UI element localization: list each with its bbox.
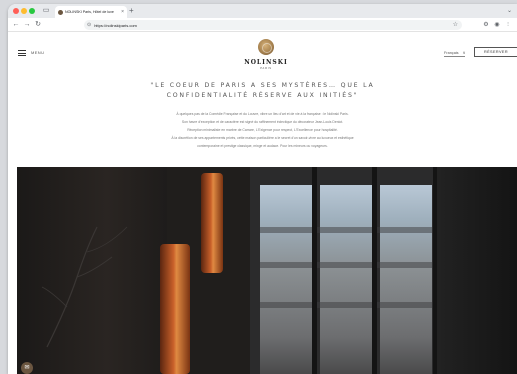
back-arrow-icon[interactable]: ← — [11, 20, 21, 30]
intro-line: À la discrétion de ses appartements priv… — [171, 136, 354, 140]
new-tab-icon[interactable]: + — [129, 6, 134, 16]
url-text[interactable]: https://nolinskiparis.com — [94, 23, 137, 28]
profile-icon[interactable]: ◉ — [492, 20, 502, 30]
logo-name: NOLINSKI — [244, 59, 288, 66]
address-bar[interactable]: ⊙ https://nolinskiparis.com ☆ — [84, 20, 462, 30]
intro-line: Son havre d'exception et de caractère es… — [181, 120, 344, 124]
maximize-window-button[interactable] — [29, 8, 35, 14]
browser-menu-icon[interactable]: ⫶ — [503, 20, 513, 30]
intro-line: Réception minimaliste en marbre de Carra… — [187, 128, 338, 132]
extension-icon[interactable]: ⚙ — [481, 20, 491, 30]
hero-branch-decor — [41, 226, 128, 348]
chat-icon[interactable]: ✉ — [21, 362, 33, 374]
hamburger-menu-icon[interactable] — [18, 50, 26, 56]
reserve-button[interactable]: RÉSERVER — [474, 47, 517, 57]
favicon-icon — [58, 9, 63, 15]
logo-city: PARIS — [260, 67, 272, 70]
close-window-button[interactable] — [13, 8, 19, 14]
hero-window — [250, 167, 440, 374]
tab-list-chevron-icon[interactable]: ⌄ — [507, 6, 512, 16]
reload-icon[interactable]: ↻ — [33, 20, 43, 30]
browser-tab-active[interactable]: NOLINSKI Paris, Hôtel de luxe × — [55, 6, 127, 18]
tab-title: NOLINSKI Paris, Hôtel de luxe — [65, 10, 114, 14]
browser-window: ▭ NOLINSKI Paris, Hôtel de luxe × + ⌄ ← … — [8, 4, 517, 374]
language-select[interactable]: Français ∨ — [444, 50, 466, 57]
headline-line: CONFIDENTIALITÉ RÉSERVE AUX INITIÉS" — [166, 92, 359, 99]
hero-lamp — [201, 173, 223, 273]
tab-close-icon[interactable]: × — [121, 9, 124, 15]
language-selected-value: Français — [444, 50, 459, 55]
site-logo[interactable]: NOLINSKI PARIS — [234, 39, 298, 73]
web-page: MENU NOLINSKI PARIS Français ∨ RÉSERVER … — [8, 33, 517, 374]
browser-toolbar: ← → ↻ ⊙ https://nolinskiparis.com ☆ ⚙ ◉ … — [8, 18, 517, 32]
logo-emblem-icon — [258, 39, 274, 55]
hero-lamp — [160, 244, 190, 374]
page-headline: "LE COEUR DE PARIS A SES MYSTÈRES… QUE L… — [8, 81, 517, 101]
intro-line: À quelques pas de la Comédie Française e… — [176, 112, 349, 116]
tab-bar: ▭ NOLINSKI Paris, Hôtel de luxe × + ⌄ — [8, 4, 517, 18]
intro-line: contemporaine et prestige classique, mix… — [197, 144, 328, 148]
sidebar-toggle-icon[interactable]: ▭ — [41, 6, 51, 16]
intro-paragraph: À quelques pas de la Comédie Française e… — [108, 110, 417, 150]
headline-line: "LE COEUR DE PARIS A SES MYSTÈRES… QUE L… — [150, 82, 375, 89]
hero-image: ✉ — [17, 167, 517, 374]
minimize-window-button[interactable] — [21, 8, 27, 14]
hero-curtain — [437, 167, 517, 374]
chevron-down-icon: ∨ — [462, 51, 466, 55]
bookmark-star-icon[interactable]: ☆ — [453, 20, 458, 30]
menu-label[interactable]: MENU — [31, 50, 44, 55]
forward-arrow-icon[interactable]: → — [22, 20, 32, 30]
site-info-icon[interactable]: ⊙ — [87, 20, 91, 30]
